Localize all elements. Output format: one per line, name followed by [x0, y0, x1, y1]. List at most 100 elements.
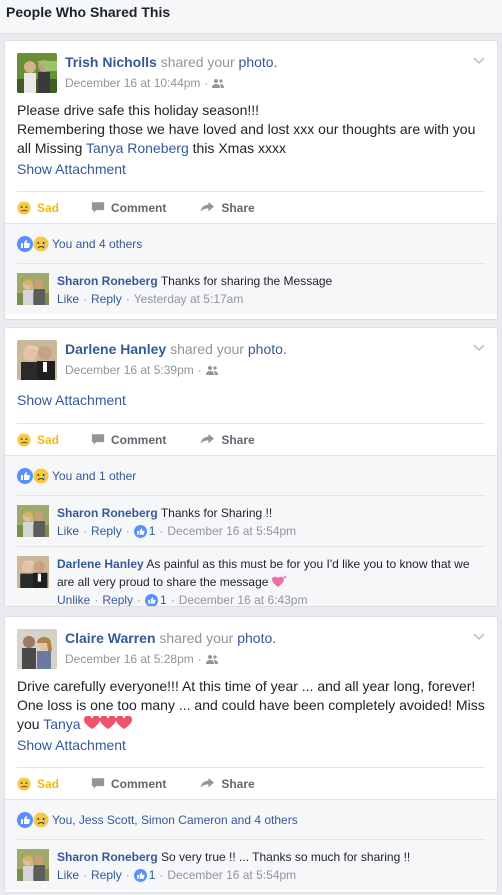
reply-link[interactable]: Reply — [91, 522, 122, 540]
reaction-icons — [17, 236, 49, 252]
avatar[interactable] — [17, 53, 57, 93]
photo-link[interactable]: photo. — [248, 341, 287, 357]
reply-link[interactable]: Reply — [91, 290, 122, 308]
comment: Sharon Roneberg So very true !! ... Than… — [17, 839, 485, 890]
separator-dot: · — [204, 76, 209, 90]
like-icon — [17, 812, 33, 828]
shared-post-1: Trish Nicholls shared your photo. Decemb… — [4, 40, 498, 320]
sad-label: Sad — [37, 200, 60, 215]
photo-link[interactable]: photo. — [237, 630, 276, 646]
sad-label: Sad — [37, 776, 60, 791]
comment-label: Comment — [111, 776, 167, 791]
reactions-text[interactable]: You and 4 others — [52, 237, 142, 251]
share-button[interactable]: Share — [200, 433, 255, 447]
chevron-down-icon[interactable] — [473, 342, 485, 352]
reactions-summary[interactable]: You and 1 other — [5, 455, 497, 495]
author-name[interactable]: Claire Warren — [65, 630, 156, 646]
dialog-header: People Who Shared This — [0, 0, 502, 34]
avatar[interactable] — [17, 340, 57, 380]
comment-body: Sharon Roneberg So very true !! ... Than… — [57, 848, 485, 866]
reactions-summary[interactable]: You, Jess Scott, Simon Cameron and 4 oth… — [5, 799, 497, 839]
comment-like-count[interactable]: 1 — [134, 522, 155, 540]
reactions-text[interactable]: You, Jess Scott, Simon Cameron and 4 oth… — [52, 813, 298, 827]
like-icon — [145, 594, 158, 607]
sad-reaction-button[interactable]: Sad — [17, 200, 87, 215]
friends-icon[interactable] — [206, 654, 218, 664]
comment-button[interactable]: Comment — [91, 433, 166, 447]
commenter-name[interactable]: Sharon Roneberg — [57, 506, 158, 520]
comment-icon — [91, 433, 105, 446]
reactions-text[interactable]: You and 1 other — [52, 469, 136, 483]
reply-link[interactable]: Reply — [102, 591, 133, 606]
share-button[interactable]: Share — [200, 777, 255, 791]
post-timestamp[interactable]: December 16 at 5:39pm — [65, 363, 194, 377]
tagged-person-link[interactable]: Tanya — [43, 716, 80, 732]
show-attachment-link[interactable]: Show Attachment — [5, 391, 497, 410]
sad-reaction-button[interactable]: Sad — [17, 776, 87, 791]
commenter-avatar[interactable] — [17, 505, 49, 537]
post-header: Claire Warren shared your photo. Decembe… — [5, 617, 497, 677]
friends-icon[interactable] — [206, 365, 218, 375]
comment-like-count[interactable]: 1 — [134, 866, 155, 884]
shared-your-text: shared your — [160, 54, 235, 70]
sad-reaction-button[interactable]: Sad — [17, 432, 87, 447]
share-button[interactable]: Share — [200, 201, 255, 215]
comment-button[interactable]: Comment — [91, 201, 166, 215]
comment-timestamp[interactable]: Yesterday at 5:17am — [134, 290, 244, 308]
commenter-name[interactable]: Darlene Hanley — [57, 557, 144, 571]
friends-icon[interactable] — [212, 78, 224, 88]
comment-text: Thanks for sharing the Message — [160, 274, 333, 288]
like-link[interactable]: Like — [57, 290, 79, 308]
tagged-person-link[interactable]: Tanya Roneberg — [86, 140, 189, 156]
comment-icon — [91, 201, 105, 214]
like-link[interactable]: Like — [57, 522, 79, 540]
separator-dot: · — [170, 593, 175, 607]
post-meta: December 16 at 5:28pm · — [65, 652, 218, 666]
commenter-avatar[interactable] — [17, 849, 49, 881]
commenter-name[interactable]: Sharon Roneberg — [57, 850, 158, 864]
commenter-avatar[interactable] — [17, 556, 49, 588]
sparkling-heart-icon — [272, 574, 288, 588]
post-actions: Sad Comment Share — [17, 767, 485, 799]
shared-your-text: shared your — [159, 630, 234, 646]
photo-link[interactable]: photo. — [239, 54, 278, 70]
unlike-link[interactable]: Unlike — [57, 591, 90, 606]
post-meta: December 16 at 5:39pm · — [65, 363, 218, 377]
reaction-icons — [17, 812, 49, 828]
comment-text: So very true !! ... Thanks so much for s… — [161, 850, 411, 864]
comment: Sharon Roneberg Thanks for sharing the M… — [17, 263, 485, 314]
post-text: Drive carefully everyone!!! At this time… — [5, 677, 497, 734]
like-count: 1 — [160, 593, 167, 607]
chevron-down-icon[interactable] — [473, 55, 485, 65]
author-name[interactable]: Trish Nicholls — [65, 54, 157, 70]
comments-section: Sharon Roneberg Thanks for sharing the M… — [5, 263, 497, 314]
like-link[interactable]: Like — [57, 866, 79, 884]
author-name[interactable]: Darlene Hanley — [65, 341, 166, 357]
comment-like-count[interactable]: 1 — [145, 591, 167, 607]
show-attachment-link[interactable]: Show Attachment — [5, 160, 497, 179]
comment-timestamp[interactable]: December 16 at 5:54pm — [167, 866, 296, 884]
post-timestamp[interactable]: December 16 at 10:44pm — [65, 76, 200, 90]
comment-label: Comment — [111, 432, 167, 447]
show-attachment-link[interactable]: Show Attachment — [5, 736, 497, 755]
post-header: Darlene Hanley shared your photo. Decemb… — [5, 328, 497, 388]
comment-button[interactable]: Comment — [91, 777, 166, 791]
avatar[interactable] — [17, 629, 57, 669]
chevron-down-icon[interactable] — [473, 631, 485, 641]
commenter-avatar[interactable] — [17, 273, 49, 305]
post-actions: Sad Comment Share — [17, 423, 485, 455]
separator-dot: · — [125, 868, 130, 882]
post-actions: Sad Comment Share — [17, 191, 485, 223]
comment-timestamp[interactable]: December 16 at 6:43pm — [179, 591, 308, 606]
comment-timestamp[interactable]: December 16 at 5:54pm — [167, 522, 296, 540]
comment-text: Thanks for Sharing !! — [160, 506, 273, 520]
post-timestamp[interactable]: December 16 at 5:28pm — [65, 652, 194, 666]
comments-section: Sharon Roneberg Thanks for Sharing !! Li… — [5, 495, 497, 607]
reactions-summary[interactable]: You and 4 others — [5, 223, 497, 263]
shared-post-3: Claire Warren shared your photo. Decembe… — [4, 616, 498, 893]
commenter-name[interactable]: Sharon Roneberg — [57, 274, 158, 288]
like-icon — [17, 236, 33, 252]
heart-icon — [84, 716, 100, 730]
heart-icon — [100, 716, 116, 730]
reply-link[interactable]: Reply — [91, 866, 122, 884]
